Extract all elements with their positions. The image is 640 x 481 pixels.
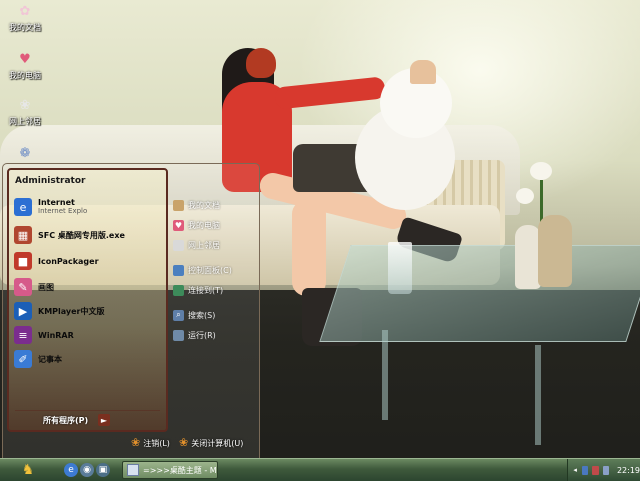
start-menu-item-title: Internet (38, 198, 75, 207)
tray-network-icon[interactable] (582, 465, 589, 475)
start-menu-item-notepad[interactable]: ✐ 记事本 (14, 348, 164, 370)
control-panel-icon (173, 264, 184, 276)
start-menu-link-search[interactable]: ⌕ 搜索(S) (173, 306, 257, 324)
start-menu-item-title: IconPackager (38, 256, 99, 266)
start-menu-item-kmplayer[interactable]: ▶ KMPlayer中文版 (14, 300, 164, 322)
start-menu-link-label: 连接到(T) (188, 285, 224, 295)
start-menu-item-title: SFC 桌酷网专用版.exe (38, 230, 125, 240)
run-icon (173, 329, 184, 341)
recycle-icon: ❁ (19, 146, 31, 161)
start-menu-link-label: 运行(R) (188, 330, 216, 340)
desktop-icon-label: 我的电脑 (9, 71, 41, 80)
start-button[interactable]: ♞ (8, 460, 48, 480)
desktop-icon-label: 我的文档 (9, 23, 41, 32)
taskbar-window-button[interactable]: =>>>桌酷主题 - Mic... (122, 461, 218, 479)
desktop-icon-my-computer[interactable]: ♥ 我的电脑 (2, 52, 48, 81)
start-menu-username: Administrator (15, 176, 86, 186)
start-menu-item-winrar[interactable]: ≡ WinRAR (14, 324, 164, 346)
wallpaper-flower (530, 162, 552, 180)
logoff-button[interactable]: ❀ 注销(L) (131, 436, 170, 450)
start-menu-link-my-computer[interactable]: ♥ 我的电脑 (173, 216, 257, 234)
paw-icon: ❀ (131, 436, 141, 449)
arrow-right-icon: ► (98, 414, 110, 426)
start-menu-link-control-panel[interactable]: 控制面板(C) (173, 261, 257, 279)
start-menu-footer: ❀ 注销(L) ❀ 关闭计算机(U) (3, 430, 259, 458)
kmplayer-icon: ▶ (14, 302, 32, 320)
start-menu-link-label: 我的电脑 (188, 220, 220, 230)
network-icon (173, 239, 184, 251)
tray-security-icon[interactable] (592, 465, 599, 475)
wallpaper-flower (516, 188, 534, 204)
tray-volume-icon[interactable] (602, 465, 609, 475)
start-figure-icon: ♞ (21, 462, 35, 478)
document-icon (127, 464, 139, 476)
wallpaper-girl-arm (274, 76, 386, 110)
paint-icon: ✎ (14, 278, 32, 296)
start-menu-link-label: 网上邻居 (188, 240, 220, 250)
computer-icon: ♥ (19, 52, 31, 67)
wallpaper-table-leg (535, 345, 541, 445)
system-tray: ◂ 22:19 (567, 459, 640, 481)
wallpaper-hair-bow (246, 48, 276, 78)
start-menu-link-connect[interactable]: 连接到(T) (173, 281, 257, 299)
all-programs-label: 所有程序(P) (43, 415, 89, 425)
start-menu-link-my-documents[interactable]: 我的文档 (173, 196, 257, 214)
winrar-icon: ≡ (14, 326, 32, 344)
network-icon: ❀ (19, 98, 31, 113)
taskbar-window-label: =>>>桌酷主题 - Mic... (143, 465, 217, 475)
start-menu-link-network[interactable]: 网上邻居 (173, 236, 257, 254)
folder-icon: ✿ (19, 4, 31, 19)
sfc-icon: ▦ (14, 226, 32, 244)
search-icon: ⌕ (173, 309, 184, 321)
wallpaper-water-glass (388, 242, 412, 294)
paw-icon: ❀ (179, 436, 189, 449)
wallpaper-vase (538, 215, 572, 287)
wallpaper-girl-leg (292, 200, 326, 296)
wallpaper-glass-table (319, 245, 640, 342)
wallpaper-flower-stem (540, 180, 543, 222)
tray-clock[interactable]: 22:19 (617, 466, 640, 475)
start-menu-item-title: 画图 (38, 282, 54, 292)
desktop-icon-label: 网上邻居 (9, 117, 41, 126)
quicklaunch-media-icon[interactable]: ◉ (80, 463, 94, 477)
start-menu-item-subtitle: Internet Explo (38, 207, 88, 215)
start-menu-link-label: 搜索(S) (188, 310, 216, 320)
all-programs-button[interactable]: 所有程序(P) ► (15, 410, 160, 429)
start-menu-link-label: 我的文档 (188, 200, 220, 210)
desktop-icon-my-documents[interactable]: ✿ 我的文档 (2, 4, 48, 33)
logoff-label: 注销(L) (143, 438, 170, 448)
quicklaunch-desktop-icon[interactable]: ▣ (96, 463, 110, 477)
start-menu-item-title: WinRAR (38, 330, 74, 340)
start-menu-item-title: KMPlayer中文版 (38, 306, 105, 316)
wallpaper-teddy-hat (410, 60, 436, 84)
start-menu-link-label: 控制面板(C) (188, 265, 232, 275)
start-menu-item-sfc[interactable]: ▦ SFC 桌酷网专用版.exe (14, 224, 164, 246)
start-menu-item-internet[interactable]: e Internet Internet Explo (14, 196, 164, 218)
notepad-icon: ✐ (14, 350, 32, 368)
start-menu-link-run[interactable]: 运行(R) (173, 326, 257, 344)
shutdown-label: 关闭计算机(U) (191, 438, 244, 448)
start-menu-item-title: 记事本 (38, 354, 62, 364)
iconpackager-icon: ■ (14, 252, 32, 270)
start-menu-item-iconpackager[interactable]: ■ IconPackager (14, 250, 164, 272)
desktop-icon-recycle-bin[interactable]: ❁ (2, 146, 48, 164)
computer-icon: ♥ (173, 219, 184, 231)
start-menu-item-paint[interactable]: ✎ 画图 (14, 276, 164, 298)
desktop-icon-network[interactable]: ❀ 网上邻居 (2, 98, 48, 127)
documents-icon (173, 199, 184, 211)
ie-icon: e (14, 198, 32, 216)
start-menu: Administrator e Internet Internet Explo … (2, 163, 260, 460)
start-menu-programs-pane: Administrator e Internet Internet Explo … (7, 168, 168, 432)
quicklaunch-ie-icon[interactable]: e (64, 463, 78, 477)
connect-icon (173, 284, 184, 296)
wallpaper-table-leg (382, 330, 388, 420)
taskbar: ♞ e ◉ ▣ =>>>桌酷主题 - Mic... ◂ 22:19 (0, 458, 640, 481)
tray-collapse-icon[interactable]: ◂ (572, 466, 578, 475)
shutdown-button[interactable]: ❀ 关闭计算机(U) (179, 436, 243, 450)
